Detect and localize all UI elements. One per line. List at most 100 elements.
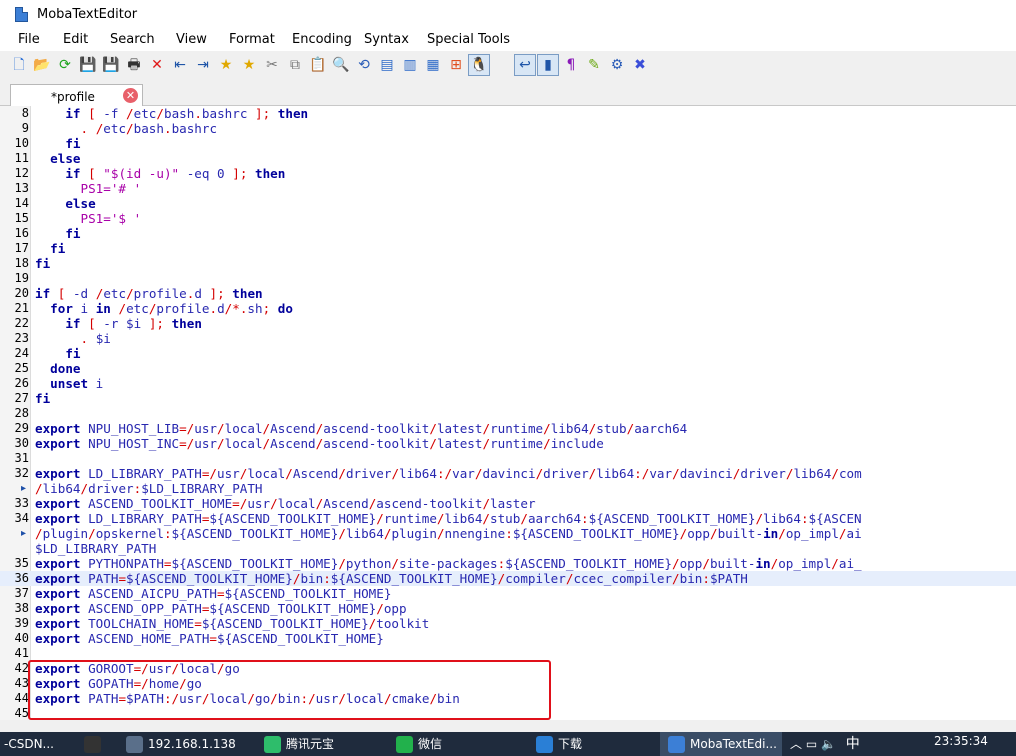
code-line[interactable]: 15 PS1='$ ' bbox=[0, 211, 1016, 226]
code-line[interactable]: 16 fi bbox=[0, 226, 1016, 241]
menu-syntax[interactable]: Syntax bbox=[364, 32, 409, 47]
code-line[interactable]: 26 unset i bbox=[0, 376, 1016, 391]
outdent-icon[interactable]: ⇤ bbox=[171, 56, 189, 74]
code-line[interactable]: 9 . /etc/bash.bashrc bbox=[0, 121, 1016, 136]
code-line[interactable]: 36 export PATH=${ASCEND_TOOLKIT_HOME}/bin… bbox=[0, 571, 1016, 586]
code-line[interactable]: 18 fi bbox=[0, 256, 1016, 271]
open-folder-icon[interactable]: 📂 bbox=[33, 56, 51, 74]
split-horizontal-icon[interactable]: ▤ bbox=[378, 56, 396, 74]
code-line[interactable]: 39 export TOOLCHAIN_HOME=${ASCEND_TOOLKIT… bbox=[0, 616, 1016, 631]
highlighter-icon[interactable]: ✎ bbox=[585, 56, 603, 74]
code-line[interactable]: 41 bbox=[0, 646, 1016, 661]
code-line[interactable]: 28 bbox=[0, 406, 1016, 421]
horizontal-scrollbar[interactable] bbox=[0, 720, 1016, 732]
code-line[interactable]: 22 if [ -r $i ]; then bbox=[0, 316, 1016, 331]
code-line[interactable]: 12 if [ "$(id -u)" -eq 0 ]; then bbox=[0, 166, 1016, 181]
menu-format[interactable]: Format bbox=[229, 32, 275, 47]
task-mobatexteditor[interactable]: MobaTextEdi... bbox=[660, 732, 782, 756]
code-line[interactable]: 13 PS1='# ' bbox=[0, 181, 1016, 196]
menu-file[interactable]: File bbox=[18, 32, 40, 47]
code-line[interactable]: 14 else bbox=[0, 196, 1016, 211]
code-line[interactable]: 34 export LD_LIBRARY_PATH=${ASCEND_TOOLKI… bbox=[0, 511, 1016, 526]
clock[interactable]: 23:35:34 bbox=[934, 732, 1016, 756]
code-line[interactable]: 8 if [ -f /etc/bash.bashrc ]; then bbox=[0, 106, 1016, 121]
code-line[interactable]: 35 export PYTHONPATH=${ASCEND_TOOLKIT_HOM… bbox=[0, 556, 1016, 571]
close-tab-icon[interactable]: ✕ bbox=[123, 88, 138, 103]
code-token: ai bbox=[846, 526, 862, 541]
system-tray[interactable]: ︿ ▭ 🔈 中 bbox=[790, 732, 890, 756]
windows-eol-icon[interactable]: ⊞ bbox=[447, 56, 465, 74]
code-token: / bbox=[270, 496, 278, 511]
bookmark-icon[interactable]: ★ bbox=[217, 56, 235, 74]
line-text: done bbox=[35, 361, 80, 376]
volume-icon[interactable]: 🔈 bbox=[821, 737, 836, 751]
settings-icon[interactable]: ⚙ bbox=[608, 56, 626, 74]
save-icon[interactable]: 💾 bbox=[79, 56, 97, 74]
code-line[interactable]: ▸/plugin/opskernel:${ASCEND_TOOLKIT_HOME… bbox=[0, 526, 1016, 541]
code-line[interactable]: 40 export ASCEND_HOME_PATH=${ASCEND_TOOLK… bbox=[0, 631, 1016, 646]
code-line[interactable]: 30 export NPU_HOST_INC=/usr/local/Ascend/… bbox=[0, 436, 1016, 451]
code-line[interactable]: 17 fi bbox=[0, 241, 1016, 256]
print-icon[interactable]: 🖶 bbox=[125, 56, 143, 74]
tray-chevron-icon[interactable]: ︿ bbox=[790, 737, 802, 751]
code-line[interactable]: 37 export ASCEND_AICPU_PATH=${ASCEND_TOOL… bbox=[0, 586, 1016, 601]
new-file-icon[interactable]: 🗋 bbox=[10, 56, 28, 74]
code-line[interactable]: 11 else bbox=[0, 151, 1016, 166]
cut-icon[interactable]: ✂ bbox=[263, 56, 281, 74]
code-line[interactable]: 21 for i in /etc/profile.d/*.sh; do bbox=[0, 301, 1016, 316]
code-line[interactable]: 31 bbox=[0, 451, 1016, 466]
task-downloads[interactable]: 下载 bbox=[528, 732, 656, 756]
compare-icon[interactable]: ▦ bbox=[424, 56, 442, 74]
code-line[interactable]: 10 fi bbox=[0, 136, 1016, 151]
code-area[interactable]: 8 if [ -f /etc/bash.bashrc ]; then 9 . /e… bbox=[0, 106, 1016, 720]
network-icon[interactable]: ▭ bbox=[806, 737, 817, 751]
mac-eol-icon[interactable] bbox=[493, 56, 511, 74]
show-symbols-icon[interactable]: ¶ bbox=[562, 56, 580, 74]
task-wechat[interactable]: 微信 bbox=[388, 732, 524, 756]
save-all-icon[interactable]: 💾 bbox=[102, 56, 120, 74]
ime-indicator[interactable]: 中 bbox=[846, 736, 860, 752]
indent-icon[interactable]: ⇥ bbox=[194, 56, 212, 74]
code-line[interactable]: 23 . $i bbox=[0, 331, 1016, 346]
exit-icon[interactable]: ✖ bbox=[631, 56, 649, 74]
code-line[interactable]: 38 export ASCEND_OPP_PATH=${ASCEND_TOOLKI… bbox=[0, 601, 1016, 616]
menu-search[interactable]: Search bbox=[110, 32, 155, 47]
code-token: / bbox=[376, 601, 384, 616]
linux-eol-icon[interactable]: 🐧 bbox=[468, 54, 490, 76]
task-yuanbao[interactable]: 腾讯元宝 bbox=[256, 732, 384, 756]
code-token: then bbox=[171, 316, 202, 331]
code-line[interactable]: $LD_LIBRARY_PATH bbox=[0, 541, 1016, 556]
code-line[interactable]: 32 export LD_LIBRARY_PATH=/usr/local/Asce… bbox=[0, 466, 1016, 481]
reload-icon[interactable]: ⟳ bbox=[56, 56, 74, 74]
menu-view[interactable]: View bbox=[176, 32, 207, 47]
copy-icon[interactable]: ⧉ bbox=[286, 56, 304, 74]
code-line[interactable]: 24 fi bbox=[0, 346, 1016, 361]
menu-edit[interactable]: Edit bbox=[63, 32, 88, 47]
split-vertical-icon[interactable]: ▥ bbox=[401, 56, 419, 74]
close-file-icon[interactable]: ✕ bbox=[148, 56, 166, 74]
paste-icon[interactable]: 📋 bbox=[309, 56, 327, 74]
code-line[interactable]: 33 export ASCEND_TOOLKIT_HOME=/usr/local/… bbox=[0, 496, 1016, 511]
code-editor[interactable]: 8 if [ -f /etc/bash.bashrc ]; then 9 . /e… bbox=[0, 106, 1016, 720]
next-bookmark-icon[interactable]: ★ bbox=[240, 56, 258, 74]
menu-special-tools[interactable]: Special Tools bbox=[427, 32, 510, 47]
code-token: : bbox=[505, 526, 513, 541]
code-line[interactable]: 27 fi bbox=[0, 391, 1016, 406]
tab-profile[interactable]: *profile ✕ bbox=[10, 84, 143, 107]
app-icon bbox=[126, 736, 143, 753]
word-wrap-icon[interactable]: ↩ bbox=[514, 54, 536, 76]
menu-encoding[interactable]: Encoding bbox=[292, 32, 352, 47]
task-csdn[interactable]: -CSDN... bbox=[0, 732, 72, 756]
code-line[interactable]: 20 if [ -d /etc/profile.d ]; then bbox=[0, 286, 1016, 301]
code-line[interactable]: 29 export NPU_HOST_LIB=/usr/local/Ascend/… bbox=[0, 421, 1016, 436]
task-terminal[interactable] bbox=[76, 732, 114, 756]
code-line[interactable]: ▸ /lib64/driver:$LD_LIBRARY_PATH bbox=[0, 481, 1016, 496]
code-line[interactable]: 19 bbox=[0, 271, 1016, 286]
code-token: export bbox=[35, 586, 81, 601]
column-mode-icon[interactable]: ▮ bbox=[537, 54, 559, 76]
replace-icon[interactable]: ⟲ bbox=[355, 56, 373, 74]
code-token: aarch64 bbox=[634, 421, 688, 436]
code-line[interactable]: 25 done bbox=[0, 361, 1016, 376]
task-remote-session[interactable]: 192.168.1.138 bbox=[118, 732, 252, 756]
search-icon[interactable]: 🔍 bbox=[332, 56, 350, 74]
